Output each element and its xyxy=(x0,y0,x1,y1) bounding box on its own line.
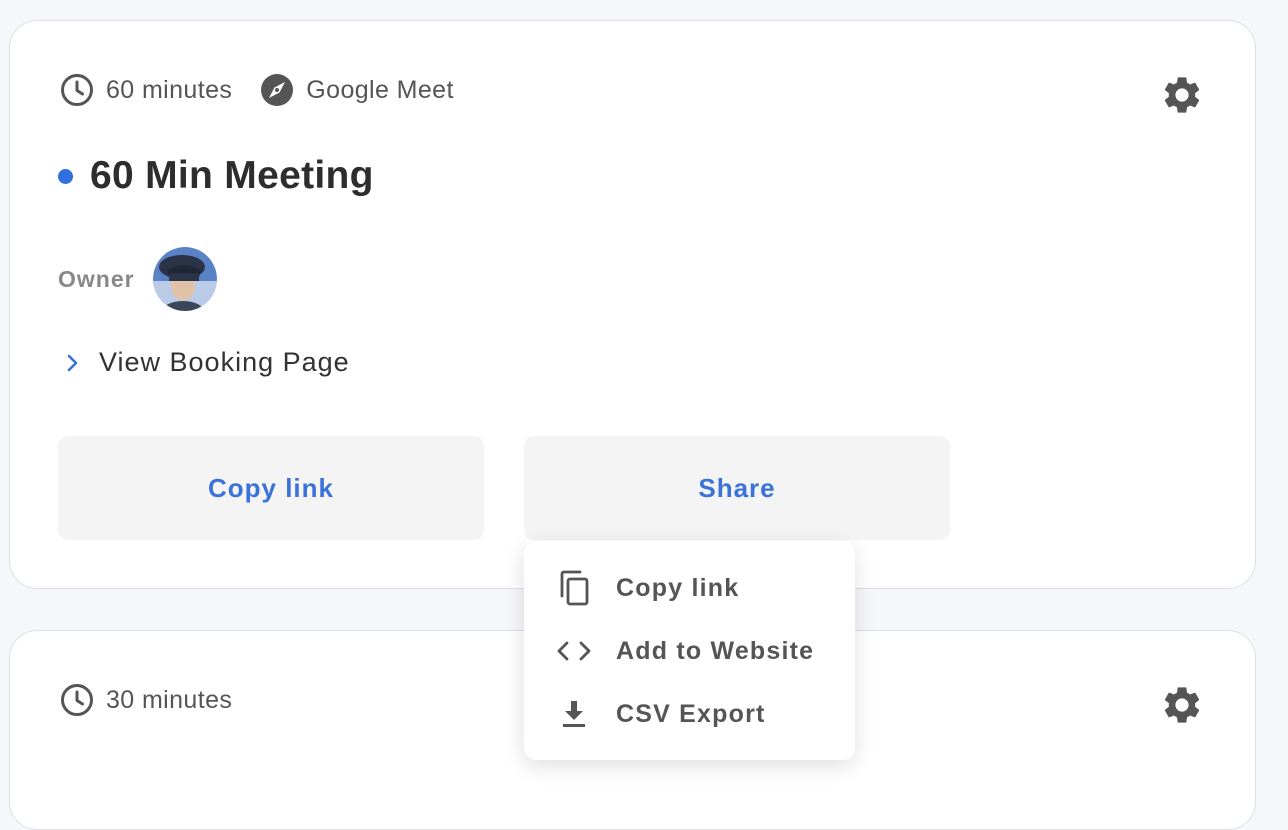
settings-button[interactable] xyxy=(1160,73,1204,117)
settings-button[interactable] xyxy=(1160,683,1204,727)
clock-icon xyxy=(61,74,93,106)
copy-icon xyxy=(560,570,589,606)
owner-row: Owner xyxy=(58,247,217,311)
duration: 30 minutes xyxy=(60,683,232,717)
duration: 60 minutes xyxy=(60,73,232,107)
owner-label: Owner xyxy=(58,265,135,292)
compass-icon xyxy=(261,74,294,106)
menu-item-label: Add to Website xyxy=(616,636,815,665)
event-color-dot xyxy=(58,168,73,184)
menu-item-add-to-website[interactable]: Add to Website xyxy=(557,631,814,671)
copy-link-button[interactable]: Copy link xyxy=(58,436,484,540)
gear-icon xyxy=(1164,687,1200,723)
location: Google Meet xyxy=(260,73,454,107)
duration-label: 30 minutes xyxy=(106,685,233,714)
download-icon xyxy=(563,701,585,727)
event-meta: 30 minutes xyxy=(60,683,232,717)
view-booking-page-link[interactable]: View Booking Page xyxy=(65,347,350,378)
chevron-right-icon xyxy=(67,354,78,371)
menu-item-label: CSV Export xyxy=(616,699,766,728)
share-menu: Copy link Add to Website CSV Export xyxy=(524,541,855,760)
duration-label: 60 minutes xyxy=(106,75,233,104)
event-card: 60 minutes Google Meet 60 Min Meeting Ow… xyxy=(9,20,1256,589)
location-label: Google Meet xyxy=(306,75,454,104)
menu-item-label: Copy link xyxy=(616,573,740,602)
event-meta: 60 minutes Google Meet xyxy=(60,73,454,107)
menu-item-copy-link[interactable]: Copy link xyxy=(557,568,739,608)
menu-item-csv-export[interactable]: CSV Export xyxy=(557,694,766,734)
avatar xyxy=(152,247,217,311)
gear-icon xyxy=(1164,77,1200,113)
code-icon xyxy=(557,641,591,661)
event-title-row: 60 Min Meeting xyxy=(58,154,374,198)
view-booking-page-label: View Booking Page xyxy=(99,347,350,377)
share-button[interactable]: Share xyxy=(524,436,950,540)
event-title: 60 Min Meeting xyxy=(90,154,374,197)
clock-icon xyxy=(61,684,93,716)
